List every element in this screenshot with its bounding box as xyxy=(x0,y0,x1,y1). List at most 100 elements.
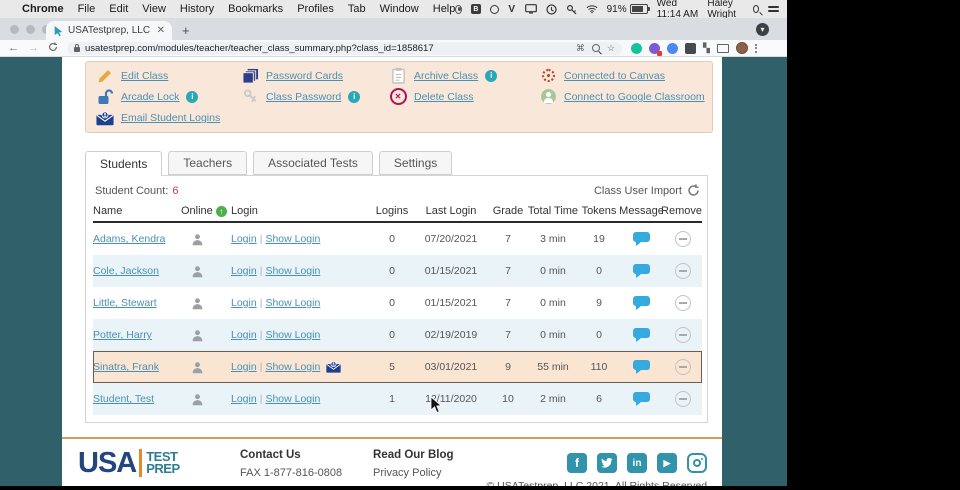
extensions-puzzle-icon[interactable]: ▚ xyxy=(703,43,710,54)
profile-avatar[interactable] xyxy=(735,42,748,54)
linkedin-icon[interactable]: in xyxy=(627,453,647,473)
address-bar[interactable]: usatestprep.com/modules/teacher/teacher_… xyxy=(67,41,622,55)
show-login-link[interactable]: Show Login xyxy=(265,265,320,277)
class-user-import[interactable]: Class User Import xyxy=(594,184,700,197)
menu-view[interactable]: View xyxy=(142,3,166,15)
reload-button[interactable] xyxy=(48,41,58,55)
show-login-link[interactable]: Show Login xyxy=(265,329,320,341)
menu-edit[interactable]: Edit xyxy=(109,3,128,15)
login-link[interactable]: Login xyxy=(231,393,257,405)
message-icon[interactable] xyxy=(633,360,650,374)
action-email-logins[interactable]: Email Student Logins xyxy=(96,109,389,127)
menubar-user[interactable]: Haley Wright xyxy=(707,0,744,20)
menu-history[interactable]: History xyxy=(180,3,214,15)
class-user-import-label[interactable]: Class User Import xyxy=(594,185,682,197)
action-password-cards[interactable]: Password Cards xyxy=(241,67,389,85)
remove-icon[interactable] xyxy=(675,391,691,407)
tab-search-button[interactable]: ▾ xyxy=(756,23,769,36)
menu-app-name[interactable]: Chrome xyxy=(22,3,64,15)
new-tab-button[interactable]: + xyxy=(182,23,190,38)
instagram-icon[interactable] xyxy=(687,453,707,473)
edit-class-link[interactable]: Edit Class xyxy=(121,70,168,82)
show-login-link[interactable]: Show Login xyxy=(265,393,320,405)
b-app-icon[interactable]: B xyxy=(470,4,481,14)
action-connect-google[interactable]: Connect to Google Classroom xyxy=(539,88,705,106)
login-link[interactable]: Login xyxy=(231,265,257,277)
time-machine-icon[interactable] xyxy=(546,3,557,15)
chrome-menu-icon[interactable] xyxy=(754,43,757,53)
remove-icon[interactable] xyxy=(675,327,691,343)
remove-icon[interactable] xyxy=(675,295,691,311)
extension-icon-blue[interactable] xyxy=(667,42,678,54)
show-login-link[interactable]: Show Login xyxy=(265,233,320,245)
menu-file[interactable]: File xyxy=(78,3,96,15)
close-window-button[interactable] xyxy=(10,25,19,34)
forward-button[interactable]: → xyxy=(28,42,39,54)
tab-close-icon[interactable]: ✕ xyxy=(157,25,165,36)
show-login-link[interactable]: Show Login xyxy=(265,361,320,373)
v-app-icon[interactable]: V xyxy=(508,3,516,15)
control-center-icon[interactable] xyxy=(768,6,780,12)
remove-icon[interactable] xyxy=(675,231,691,247)
back-button[interactable]: ← xyxy=(8,42,19,54)
student-name-link[interactable]: Sinatra, Frank xyxy=(93,361,159,373)
privacy-policy-link[interactable]: Privacy Policy xyxy=(373,467,454,479)
email-student-logins-link[interactable]: Email Student Logins xyxy=(121,112,220,124)
browser-tab[interactable]: USATestprep, LLC - Online Sta ✕ xyxy=(46,21,172,40)
menu-help[interactable]: Help xyxy=(433,3,456,15)
menubar-clock[interactable]: Wed 11:14 AM xyxy=(657,0,699,20)
cast-icon[interactable] xyxy=(716,43,729,53)
student-name-link[interactable]: Student, Test xyxy=(93,393,154,405)
tab-associated-tests[interactable]: Associated Tests xyxy=(253,151,373,175)
tab-teachers[interactable]: Teachers xyxy=(168,151,248,175)
message-icon[interactable] xyxy=(633,296,650,310)
login-link[interactable]: Login xyxy=(231,361,257,373)
grammarly-extension-icon[interactable] xyxy=(631,42,642,54)
usatestprep-logo[interactable]: USA TEST PREP xyxy=(78,448,180,477)
extension-icon-badged[interactable] xyxy=(649,42,662,56)
menu-profiles[interactable]: Profiles xyxy=(297,3,334,15)
read-blog-link[interactable]: Read Our Blog xyxy=(373,449,454,461)
action-class-password[interactable]: Class Password i xyxy=(241,88,389,106)
wifi-icon[interactable] xyxy=(586,3,598,15)
archive-class-link[interactable]: Archive Class xyxy=(414,70,478,82)
student-name-link[interactable]: Adams, Kendra xyxy=(93,233,165,245)
student-name-link[interactable]: Potter, Harry xyxy=(93,329,152,341)
login-link[interactable]: Login xyxy=(231,329,257,341)
connected-canvas-link[interactable]: Connected to Canvas xyxy=(564,70,665,82)
arcade-lock-info-icon[interactable]: i xyxy=(186,90,199,103)
message-icon[interactable] xyxy=(633,392,650,406)
twitter-icon[interactable] xyxy=(597,453,617,473)
connect-google-link[interactable]: Connect to Google Classroom xyxy=(564,91,705,103)
action-connected-canvas[interactable]: Connected to Canvas xyxy=(539,67,705,85)
delete-class-link[interactable]: Delete Class xyxy=(414,91,474,103)
arcade-lock-link[interactable]: Arcade Lock xyxy=(121,91,179,103)
tab-students[interactable]: Students xyxy=(85,151,163,176)
message-icon[interactable] xyxy=(633,264,650,278)
login-link[interactable]: Login xyxy=(231,297,257,309)
menu-tab[interactable]: Tab xyxy=(348,3,366,15)
contact-us-link[interactable]: Contact Us xyxy=(240,449,360,461)
extension-icon-dark[interactable] xyxy=(685,42,696,54)
shortcut-icon[interactable]: ⌘ xyxy=(576,43,585,54)
menu-bookmarks[interactable]: Bookmarks xyxy=(228,3,283,15)
show-login-link[interactable]: Show Login xyxy=(265,297,320,309)
student-name-link[interactable]: Cole, Jackson xyxy=(93,265,159,277)
bookmark-star-icon[interactable]: ☆ xyxy=(607,43,615,54)
keyboard-icon[interactable] xyxy=(566,3,577,15)
round-app-icon[interactable] xyxy=(489,4,499,14)
url-text[interactable]: usatestprep.com/modules/teacher/teacher_… xyxy=(85,43,571,54)
display-mirroring-icon[interactable] xyxy=(524,3,537,15)
action-edit-class[interactable]: Edit Class xyxy=(96,67,241,85)
student-name-link[interactable]: Little, Stewart xyxy=(93,297,157,309)
message-icon[interactable] xyxy=(633,328,650,342)
spotlight-search-icon[interactable] xyxy=(753,5,760,13)
action-archive-class[interactable]: Archive Class i xyxy=(389,67,539,85)
remove-icon[interactable] xyxy=(675,263,691,279)
facebook-icon[interactable]: f xyxy=(567,453,587,473)
action-arcade-lock[interactable]: Arcade Lock i xyxy=(96,88,241,106)
password-cards-link[interactable]: Password Cards xyxy=(266,70,343,82)
remove-icon[interactable] xyxy=(675,359,691,375)
window-controls[interactable] xyxy=(10,25,51,34)
class-password-info-icon[interactable]: i xyxy=(348,90,361,103)
